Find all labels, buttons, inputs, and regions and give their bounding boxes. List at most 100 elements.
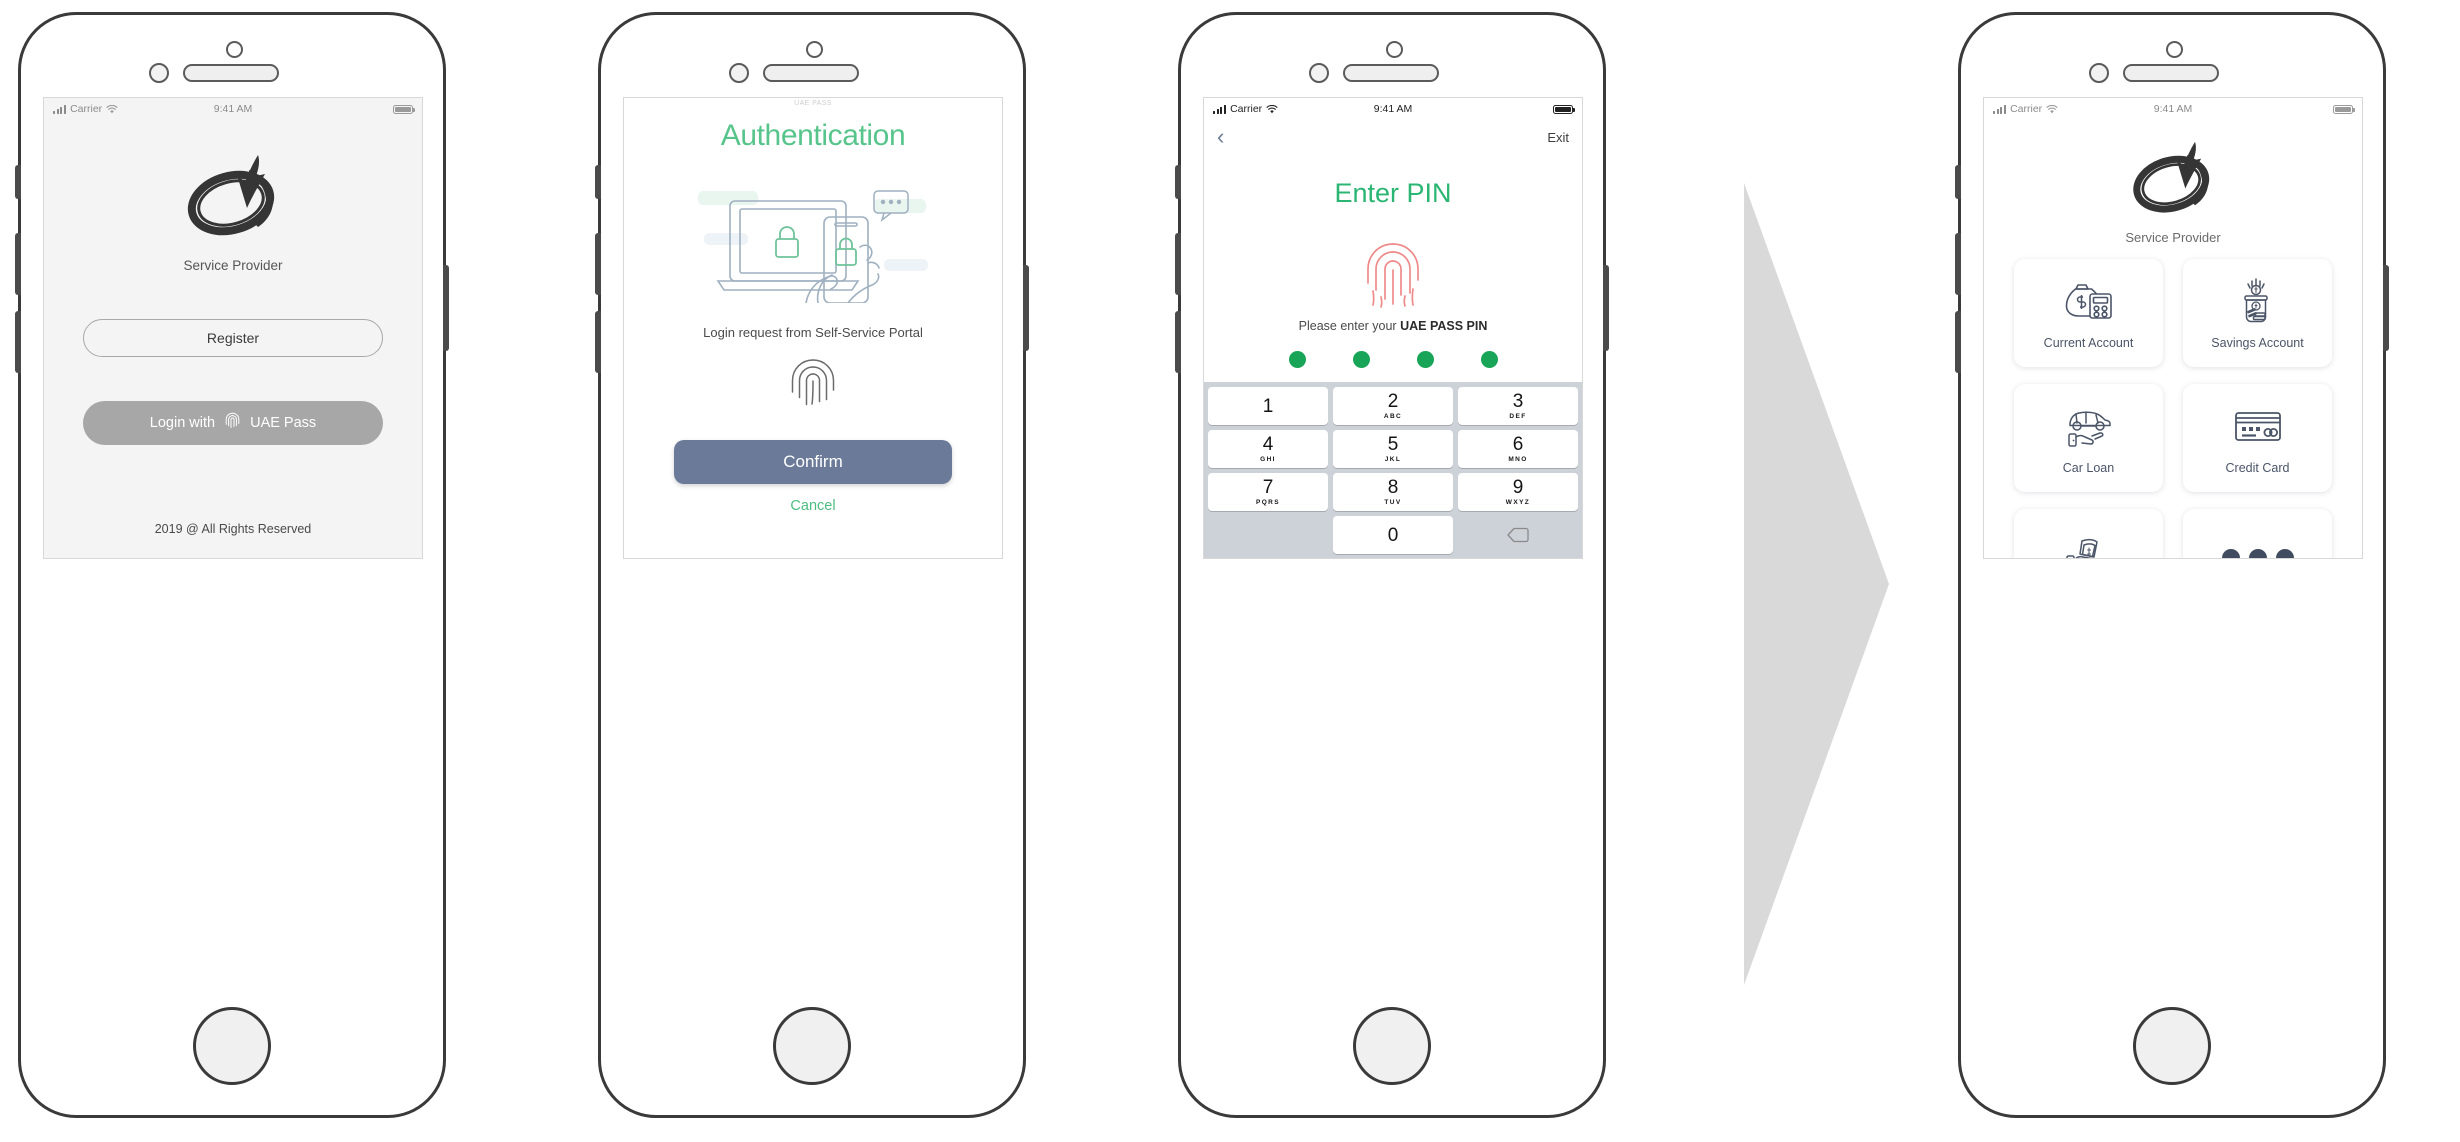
brand-label: Service Provider: [2125, 230, 2221, 245]
three-dots: [2221, 549, 2294, 558]
tile-label: Credit Card: [2225, 461, 2290, 475]
keypad-blank: [1208, 516, 1328, 554]
keypad-key-letters: PQRS: [1255, 498, 1281, 506]
keypad-key-number: 1: [1262, 395, 1274, 417]
status-bar-right: [2333, 104, 2355, 114]
proximity-sensor-icon: [729, 63, 749, 83]
car-handshake-icon: [2062, 401, 2116, 451]
pin-dot: [1416, 351, 1434, 368]
earpiece-speaker: [183, 64, 279, 82]
pin-dot: [1288, 351, 1306, 368]
volume-up-button[interactable]: [1955, 233, 1961, 295]
volume-down-button[interactable]: [1955, 311, 1961, 373]
keypad-key-6[interactable]: 6 MNO: [1458, 430, 1578, 468]
battery-icon: [393, 104, 415, 114]
pin-content: Enter PIN Please enter your UAE PASS PIN…: [1204, 154, 1582, 558]
mute-switch[interactable]: [1955, 165, 1961, 199]
laptop-phone-lock-illustration: [688, 163, 938, 304]
battery-icon: [2333, 104, 2355, 114]
keypad-key-letters: ABC: [1383, 412, 1403, 420]
keypad-key-5[interactable]: 5 JKL: [1333, 430, 1453, 468]
confirm-button[interactable]: Confirm: [674, 440, 952, 484]
power-button[interactable]: [2383, 265, 2389, 351]
money-bag-calculator-icon: [2062, 276, 2116, 326]
numeric-keypad[interactable]: 1 2 ABC 3 DEF 4 GHI 5 JKL 6 MNO 7 PQRS 8 TUV 9 WXYZ 0: [1204, 382, 1582, 558]
more-dots-icon: [2221, 533, 2294, 558]
front-camera-icon: [1386, 41, 1403, 58]
cancel-button[interactable]: Cancel: [790, 498, 835, 514]
status-bar: Carrier 9:41 AM: [1204, 98, 1582, 120]
proximity-sensor-icon: [1309, 63, 1329, 83]
pin-dot: [1352, 351, 1370, 368]
volume-down-button[interactable]: [1175, 311, 1181, 373]
home-button[interactable]: [2133, 1007, 2211, 1085]
volume-down-button[interactable]: [15, 311, 21, 373]
dashboard-content: Service Provider Current Account Savings…: [1984, 120, 2362, 558]
status-bar-time: 9:41 AM: [2153, 103, 2193, 115]
login-with-uae-pass-button[interactable]: Login with UAE Pass: [83, 401, 383, 445]
phone-mockup-3: Carrier 9:41 AM ‹ Exit Enter PIN Please …: [1175, 12, 1609, 1118]
tile-more[interactable]: [2183, 509, 2332, 558]
status-bar-right: [393, 104, 415, 114]
power-button[interactable]: [1023, 265, 1029, 351]
tile-current-account[interactable]: Current Account: [2014, 259, 2163, 367]
front-camera-icon: [226, 41, 243, 58]
keypad-key-1[interactable]: 1: [1208, 387, 1328, 425]
pin-dot: [1480, 351, 1498, 368]
keypad-key-letters: DEF: [1509, 412, 1527, 420]
power-button[interactable]: [443, 265, 449, 351]
tile-label: Car Loan: [2062, 461, 2115, 475]
register-button[interactable]: Register: [83, 319, 383, 357]
keypad-key-3[interactable]: 3 DEF: [1458, 387, 1578, 425]
volume-up-button[interactable]: [595, 233, 601, 295]
keypad-key-number: 3: [1512, 391, 1524, 413]
enter-pin-title: Enter PIN: [1334, 178, 1452, 208]
home-button[interactable]: [773, 1007, 851, 1085]
proximity-sensor-icon: [149, 63, 169, 83]
exit-button[interactable]: Exit: [1547, 130, 1569, 145]
chevron-left-icon[interactable]: ‹: [1217, 126, 1224, 148]
keypad-key-letters: GHI: [1260, 455, 1276, 463]
home-button[interactable]: [193, 1007, 271, 1085]
keypad-key-4[interactable]: 4 GHI: [1208, 430, 1328, 468]
keypad-key-letters: WXYZ: [1505, 498, 1531, 506]
savings-jar-icon: [2231, 276, 2285, 326]
battery-icon: [1553, 104, 1575, 114]
proximity-sensor-icon: [2089, 63, 2109, 83]
keypad-key-2[interactable]: 2 ABC: [1333, 387, 1453, 425]
tile-credit-card[interactable]: Credit Card: [2183, 384, 2332, 492]
tile-hand-cash[interactable]: [2014, 509, 2163, 558]
volume-up-button[interactable]: [15, 233, 21, 295]
home-button[interactable]: [1353, 1007, 1431, 1085]
volume-down-button[interactable]: [595, 311, 601, 373]
mute-switch[interactable]: [15, 165, 21, 199]
keypad-key-8[interactable]: 8 TUV: [1333, 473, 1453, 511]
power-button[interactable]: [1603, 265, 1609, 351]
keypad-key-7[interactable]: 7 PQRS: [1208, 473, 1328, 511]
tile-savings-account[interactable]: Savings Account: [2183, 259, 2332, 367]
phone-mockup-2: UAE PASS Authentication Login request fr…: [595, 12, 1029, 1118]
mute-switch[interactable]: [595, 165, 601, 199]
copyright-text: 2019 @ All Rights Reserved: [154, 522, 312, 536]
keypad-key-number: 4: [1262, 434, 1274, 456]
keypad-key-number: 7: [1262, 477, 1274, 499]
fingerprint-icon: [787, 356, 839, 414]
mute-switch[interactable]: [1175, 165, 1181, 199]
screen-service-dashboard: Carrier 9:41 AM Service Provider Current…: [1983, 97, 2363, 559]
brand-label: Service Provider: [183, 258, 283, 273]
hand-cash-icon: [2062, 533, 2116, 558]
earpiece-speaker: [763, 64, 859, 82]
keypad-key-number: 9: [1512, 477, 1524, 499]
backspace-icon[interactable]: [1458, 516, 1578, 554]
splash-content: Service Provider Register Login with UAE…: [44, 120, 422, 558]
volume-up-button[interactable]: [1175, 233, 1181, 295]
keypad-key-0[interactable]: 0: [1333, 516, 1453, 554]
keypad-key-number: 8: [1387, 477, 1399, 499]
tile-label: Current Account: [2043, 336, 2134, 350]
keypad-key-9[interactable]: 9 WXYZ: [1458, 473, 1578, 511]
tile-car-loan[interactable]: Car Loan: [2014, 384, 2163, 492]
swoosh-logo-icon: [2125, 134, 2221, 222]
uae-pass-label: UAE Pass: [250, 415, 317, 431]
fingerprint-icon: [1361, 239, 1425, 311]
keypad-key-number: 5: [1387, 434, 1399, 456]
